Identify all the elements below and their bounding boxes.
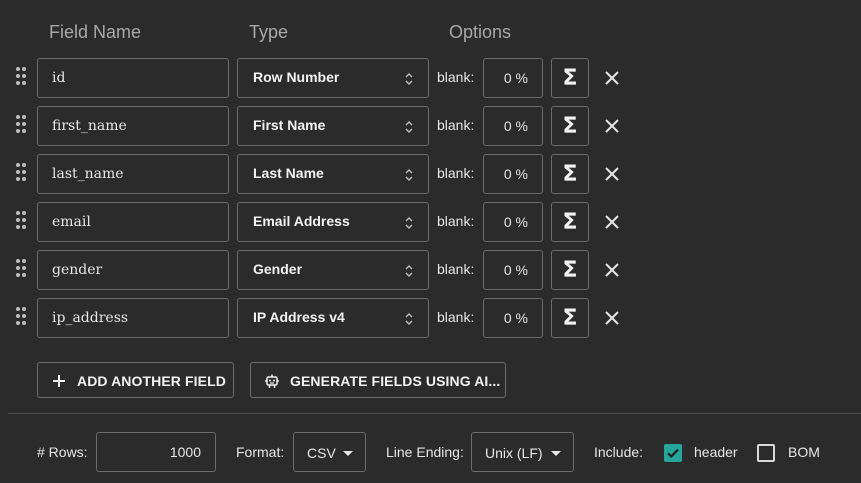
drag-handle-icon[interactable] xyxy=(15,211,27,231)
field-actions: ADD ANOTHER FIELD GENERATE FIELDS USING … xyxy=(0,362,861,398)
line-ending-label: Line Ending: xyxy=(386,444,464,460)
field-type-label: Gender xyxy=(253,261,303,277)
rows-input[interactable]: 1000 xyxy=(96,432,216,472)
field-row: IP Address v4 blank: 0 % Σ xyxy=(0,298,861,338)
field-name-input[interactable] xyxy=(37,154,229,194)
robot-icon xyxy=(265,374,279,388)
formula-button[interactable]: Σ xyxy=(551,202,589,242)
blank-percent-input[interactable]: 0 % xyxy=(483,106,543,146)
sigma-icon: Σ xyxy=(562,305,578,331)
column-header-field-name: Field Name xyxy=(49,22,142,42)
field-name-input[interactable] xyxy=(37,58,229,98)
close-icon[interactable] xyxy=(603,261,621,279)
bom-checkbox[interactable] xyxy=(757,444,775,462)
generate-fields-ai-button[interactable]: GENERATE FIELDS USING AI... xyxy=(250,362,506,398)
rows-label: # Rows: xyxy=(37,444,88,460)
field-type-select[interactable]: Last Name xyxy=(237,154,429,194)
formula-button[interactable]: Σ xyxy=(551,298,589,338)
column-header-options: Options xyxy=(449,22,512,42)
blank-label: blank: xyxy=(437,261,475,277)
blank-percent-input[interactable]: 0 % xyxy=(483,250,543,290)
field-row: Gender blank: 0 % Σ xyxy=(0,250,861,290)
blank-label: blank: xyxy=(437,165,475,181)
up-down-chevron-icon xyxy=(405,313,413,325)
line-ending-select[interactable]: Unix (LF) xyxy=(471,432,574,472)
up-down-chevron-icon xyxy=(405,217,413,229)
sigma-icon: Σ xyxy=(562,257,578,283)
header-label: header xyxy=(694,444,738,460)
blank-percent-input[interactable]: 0 % xyxy=(483,298,543,338)
sigma-icon: Σ xyxy=(562,161,578,187)
field-type-label: IP Address v4 xyxy=(253,309,345,325)
blank-percent-input[interactable]: 0 % xyxy=(483,58,543,98)
header-checkbox[interactable] xyxy=(664,444,682,462)
formula-button[interactable]: Σ xyxy=(551,106,589,146)
check-icon xyxy=(667,448,679,458)
bom-label: BOM xyxy=(788,444,820,460)
field-rows: Row Number blank: 0 % Σ First Name blank… xyxy=(0,58,861,346)
drag-handle-icon[interactable] xyxy=(15,163,27,183)
column-headers: Field Name Type Options xyxy=(0,22,861,44)
up-down-chevron-icon xyxy=(405,121,413,133)
field-type-select[interactable]: Email Address xyxy=(237,202,429,242)
close-icon[interactable] xyxy=(603,117,621,135)
field-row: First Name blank: 0 % Σ xyxy=(0,106,861,146)
blank-percent-input[interactable]: 0 % xyxy=(483,202,543,242)
add-another-field-button[interactable]: ADD ANOTHER FIELD xyxy=(37,362,234,398)
close-icon[interactable] xyxy=(603,213,621,231)
close-icon[interactable] xyxy=(603,69,621,87)
blank-percent-input[interactable]: 0 % xyxy=(483,154,543,194)
formula-button[interactable]: Σ xyxy=(551,250,589,290)
generate-fields-ai-label: GENERATE FIELDS USING AI... xyxy=(290,373,501,389)
close-icon[interactable] xyxy=(603,309,621,327)
drag-handle-icon[interactable] xyxy=(15,307,27,327)
column-header-type: Type xyxy=(249,22,289,42)
format-select[interactable]: CSV xyxy=(293,432,366,472)
field-type-label: Last Name xyxy=(253,165,324,181)
blank-label: blank: xyxy=(437,117,475,133)
sigma-icon: Σ xyxy=(562,113,578,139)
caret-down-icon xyxy=(343,451,353,456)
line-ending-value: Unix (LF) xyxy=(485,445,543,461)
formula-button[interactable]: Σ xyxy=(551,154,589,194)
format-label: Format: xyxy=(236,444,285,460)
sigma-icon: Σ xyxy=(562,209,578,235)
field-type-select[interactable]: Gender xyxy=(237,250,429,290)
options-footer: # Rows: 1000 Format: CSV Line Ending: Un… xyxy=(0,432,861,472)
add-another-field-label: ADD ANOTHER FIELD xyxy=(77,373,226,389)
divider xyxy=(8,413,861,414)
field-row: Email Address blank: 0 % Σ xyxy=(0,202,861,242)
caret-down-icon xyxy=(551,451,561,456)
field-type-select[interactable]: First Name xyxy=(237,106,429,146)
drag-handle-icon[interactable] xyxy=(15,115,27,135)
field-type-select[interactable]: Row Number xyxy=(237,58,429,98)
plus-icon xyxy=(53,375,65,387)
field-name-input[interactable] xyxy=(37,298,229,338)
up-down-chevron-icon xyxy=(405,265,413,277)
field-name-input[interactable] xyxy=(37,250,229,290)
field-type-select[interactable]: IP Address v4 xyxy=(237,298,429,338)
field-type-label: Row Number xyxy=(253,69,340,85)
field-row: Row Number blank: 0 % Σ xyxy=(0,58,861,98)
drag-handle-icon[interactable] xyxy=(15,259,27,279)
blank-label: blank: xyxy=(437,69,475,85)
field-type-label: Email Address xyxy=(253,213,350,229)
up-down-chevron-icon xyxy=(405,73,413,85)
format-value: CSV xyxy=(307,445,336,461)
up-down-chevron-icon xyxy=(405,169,413,181)
blank-label: blank: xyxy=(437,309,475,325)
field-row: Last Name blank: 0 % Σ xyxy=(0,154,861,194)
formula-button[interactable]: Σ xyxy=(551,58,589,98)
blank-label: blank: xyxy=(437,213,475,229)
close-icon[interactable] xyxy=(603,165,621,183)
field-name-input[interactable] xyxy=(37,106,229,146)
include-label: Include: xyxy=(594,444,644,460)
drag-handle-icon[interactable] xyxy=(15,67,27,87)
field-name-input[interactable] xyxy=(37,202,229,242)
sigma-icon: Σ xyxy=(562,65,578,91)
field-type-label: First Name xyxy=(253,117,326,133)
